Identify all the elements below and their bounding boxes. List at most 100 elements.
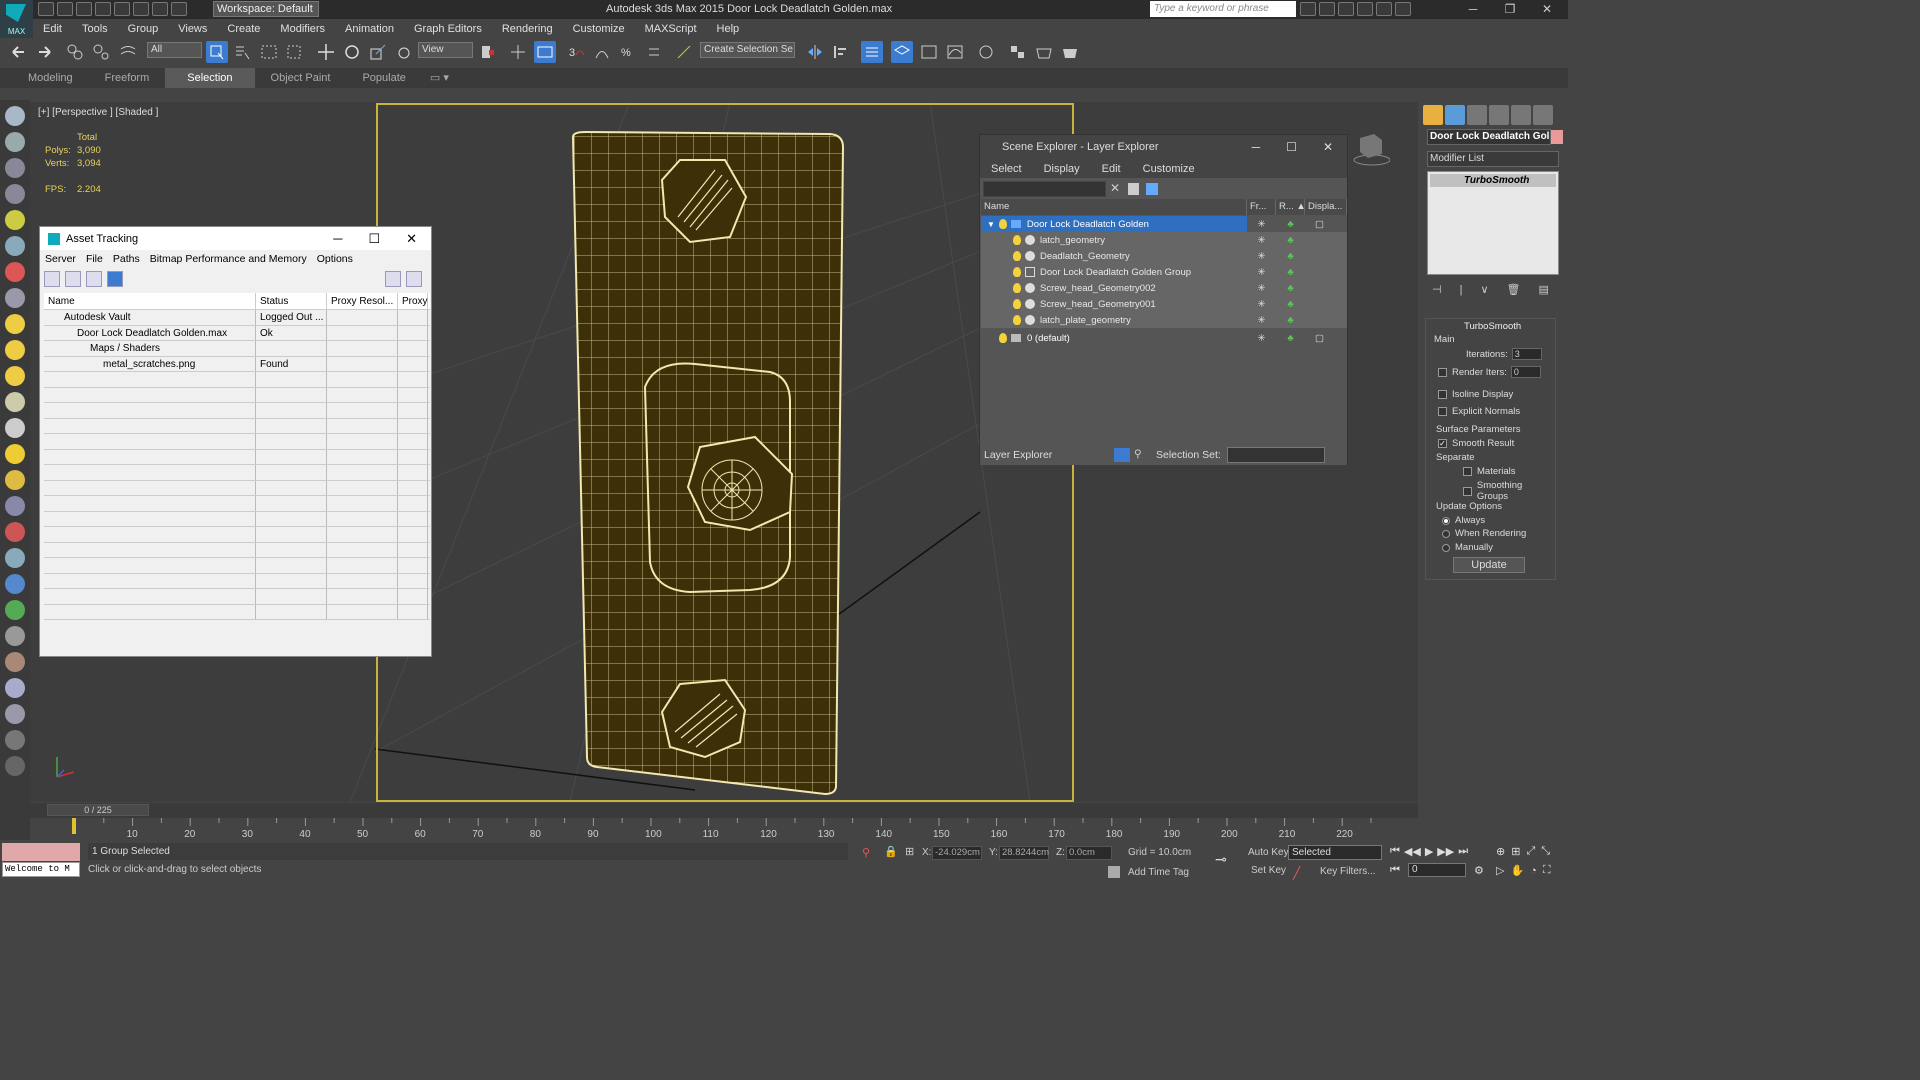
object-color-swatch[interactable]	[1551, 130, 1563, 144]
move-icon[interactable]	[315, 41, 337, 63]
binoculars-icon[interactable]	[1300, 2, 1316, 16]
auto-key-button[interactable]: Auto Key	[1248, 847, 1289, 858]
asset-close-button[interactable]: ✕	[406, 231, 417, 247]
window-crossing-icon[interactable]	[283, 41, 305, 63]
menu-graph-editors[interactable]: Graph Editors	[414, 23, 482, 35]
tab-modeling[interactable]: Modeling	[0, 68, 89, 88]
freeze-icon[interactable]: ✳	[1247, 299, 1276, 310]
time-configuration-icon[interactable]: ⚙	[1474, 864, 1484, 877]
select-and-link-icon[interactable]	[64, 41, 86, 63]
snaps-toggle-icon[interactable]: 3	[566, 41, 588, 63]
spacewarp-icon[interactable]	[5, 288, 25, 308]
camera-icon[interactable]	[5, 236, 25, 256]
menu-animation[interactable]: Animation	[345, 23, 394, 35]
asset-menu-bitmap[interactable]: Bitmap Performance and Memory	[145, 253, 312, 265]
refresh-icon[interactable]	[44, 270, 60, 287]
graphite-ribbon-icon[interactable]	[918, 41, 940, 63]
object-visibility-icon[interactable]	[1013, 315, 1021, 325]
time-tag-icon[interactable]	[1108, 866, 1120, 878]
scene-close-button[interactable]: ✕	[1323, 140, 1333, 154]
smoothing-groups-checkbox[interactable]	[1463, 486, 1472, 496]
previous-frame-icon[interactable]: ◀◀	[1404, 845, 1421, 858]
menu-views[interactable]: Views	[178, 23, 207, 35]
key-mode-dropdown[interactable]: Selected	[1288, 845, 1382, 860]
menu-edit[interactable]: Edit	[43, 23, 62, 35]
tab-freeform[interactable]: Freeform	[89, 68, 166, 88]
bind-to-space-warp-icon[interactable]	[117, 41, 139, 63]
remove-modifier-icon[interactable]: 🗑	[1507, 283, 1521, 296]
always-radio[interactable]	[1442, 516, 1450, 525]
keyword-search-input[interactable]: Type a keyword or phrase	[1150, 1, 1296, 17]
zoom-icon[interactable]: ⊕	[1496, 845, 1505, 858]
project-folder-icon[interactable]	[171, 2, 187, 16]
zoom-extents-icon[interactable]: ⤢	[1526, 845, 1535, 858]
keyboard-shortcut-override-icon[interactable]	[534, 41, 556, 63]
freeze-icon[interactable]: ✳	[1247, 333, 1276, 344]
render-teapot-icon[interactable]: ♣	[1276, 315, 1305, 326]
ribbon-options-icon[interactable]: ▭ ▾	[422, 68, 457, 88]
column-status[interactable]: Status	[256, 293, 327, 309]
scene-minimize-button[interactable]: ─	[1252, 140, 1261, 154]
viewport-label[interactable]: [+] [Perspective ] [Shaded ]	[38, 107, 158, 118]
column-name[interactable]: Name	[44, 293, 256, 309]
current-frame-field[interactable]: 0	[1408, 863, 1466, 877]
layer-options-icon[interactable]	[1146, 183, 1158, 195]
modify-tab-icon[interactable]	[1445, 105, 1465, 125]
isoline-display-checkbox[interactable]	[1438, 390, 1447, 399]
orbit-icon[interactable]: ◔	[1530, 865, 1537, 877]
menu-rendering[interactable]: Rendering	[502, 23, 553, 35]
column-display[interactable]: Displa...	[1305, 199, 1347, 215]
x-coordinate-field[interactable]: -24.029cm	[932, 846, 982, 860]
show-end-result-icon[interactable]: |	[1460, 284, 1463, 296]
sphere-icon[interactable]	[5, 366, 25, 386]
freeze-icon[interactable]: ✳	[1247, 219, 1276, 230]
list-item[interactable]: Screw_head_Geometry002 ✳ ♣	[981, 280, 1347, 296]
set-key-icon[interactable]: ⊸	[1215, 851, 1227, 868]
render-iters-spinner[interactable]: 0	[1510, 366, 1541, 378]
add-time-tag[interactable]: Add Time Tag	[1128, 867, 1189, 878]
configure-modifier-sets-icon[interactable]: ▤	[1538, 283, 1548, 296]
box-icon[interactable]	[5, 314, 25, 334]
open-file-icon[interactable]	[57, 2, 73, 16]
selection-filter-dropdown[interactable]: All	[147, 42, 202, 58]
list-item[interactable]: latch_plate_geometry ✳ ♣	[981, 312, 1347, 328]
list-item[interactable]: Door Lock Deadlatch Golden Group ✳ ♣	[981, 264, 1347, 280]
reference-coordinate-dropdown[interactable]: View	[418, 42, 473, 58]
asset-help-icon[interactable]	[385, 270, 401, 287]
foliage-icon[interactable]	[5, 600, 25, 620]
fetch-icon[interactable]	[152, 2, 168, 16]
undo-icon[interactable]	[8, 41, 30, 63]
globe-icon[interactable]	[5, 574, 25, 594]
maxscript-listener-input[interactable]: Welcome to M	[2, 862, 80, 877]
hold-icon[interactable]	[133, 2, 149, 16]
list-item[interactable]: Screw_head_Geometry001 ✳ ♣	[981, 296, 1347, 312]
teapot-icon[interactable]	[5, 106, 25, 126]
scene-search-input[interactable]	[983, 181, 1106, 197]
rectangular-selection-icon[interactable]	[258, 41, 280, 63]
freeze-icon[interactable]: ✳	[1247, 283, 1276, 294]
time-slider[interactable]	[30, 803, 1418, 818]
column-name[interactable]: Name	[981, 199, 1247, 215]
asset-minimize-button[interactable]: ─	[333, 231, 342, 247]
render-iters-checkbox[interactable]	[1438, 367, 1447, 377]
favorites-star-icon[interactable]	[1357, 2, 1373, 16]
particle-icon[interactable]	[5, 496, 25, 516]
cloth-icon[interactable]	[5, 652, 25, 672]
scene-explorer-titlebar[interactable]: Scene Explorer - Layer Explorer ─ ☐ ✕	[980, 135, 1347, 159]
column-frozen[interactable]: Fr...	[1247, 199, 1276, 215]
render-icon[interactable]	[5, 678, 25, 698]
cone-icon[interactable]	[5, 418, 25, 438]
key-mode-toggle-icon[interactable]: ⏮	[1390, 864, 1400, 877]
when-rendering-radio[interactable]	[1442, 529, 1450, 538]
list-item[interactable]: Deadlatch_Geometry ✳ ♣	[981, 248, 1347, 264]
column-proxy-resolution[interactable]: Proxy Resol...	[327, 293, 398, 309]
render-production-icon[interactable]	[1059, 41, 1081, 63]
light-icon[interactable]	[5, 210, 25, 230]
settings-icon[interactable]	[5, 704, 25, 724]
tab-object-paint[interactable]: Object Paint	[255, 68, 347, 88]
table-row[interactable]: Maps / Shaders	[44, 341, 430, 357]
hair-icon[interactable]	[5, 626, 25, 646]
render-teapot-icon[interactable]: ♣	[1276, 267, 1305, 278]
trash-icon[interactable]	[5, 730, 25, 750]
table-row[interactable]: metal_scratches.png Found	[44, 356, 430, 372]
